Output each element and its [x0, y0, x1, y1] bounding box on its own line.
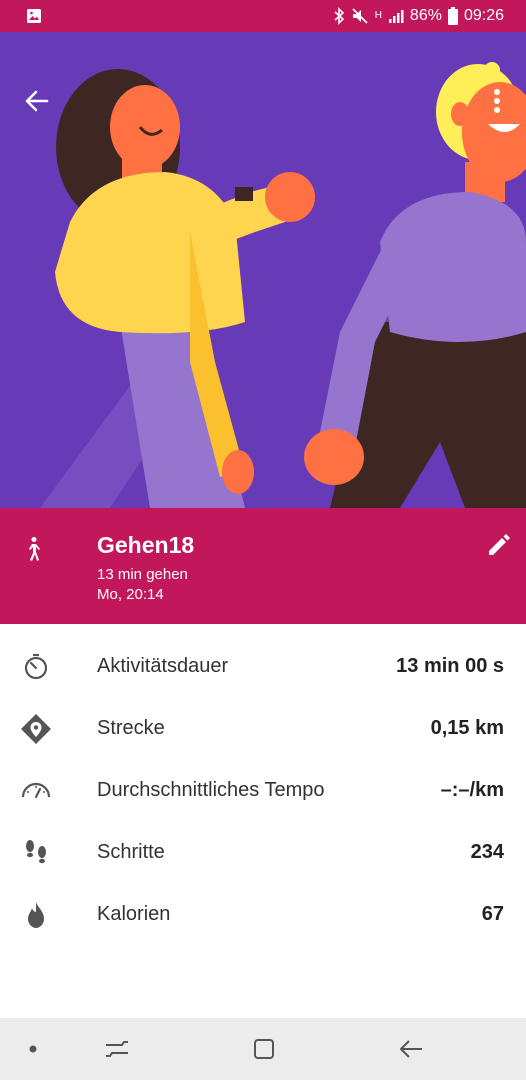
- signal-icon: [388, 10, 404, 23]
- activity-stats: Aktivitätsdauer 13 min 00 s Strecke 0,15…: [0, 635, 526, 945]
- dot-icon: [29, 1045, 37, 1053]
- stat-row-distance: Strecke 0,15 km: [0, 697, 526, 759]
- recent-apps-button[interactable]: [104, 1037, 130, 1061]
- stat-label: Schritte: [97, 841, 165, 863]
- mute-icon: [352, 8, 368, 24]
- back-button[interactable]: [20, 84, 54, 118]
- nav-back-button[interactable]: [398, 1037, 424, 1061]
- walking-people-illustration: [40, 62, 526, 508]
- activity-subtitle: 13 min gehen: [97, 566, 188, 583]
- stat-label: Durchschnittliches Tempo: [97, 779, 325, 801]
- stat-value: –:–/km: [440, 779, 504, 801]
- battery-percent: 86%: [409, 7, 442, 24]
- stat-row-pace: Durchschnittliches Tempo –:–/km: [0, 759, 526, 821]
- stat-value: 0,15 km: [430, 717, 504, 739]
- activity-datetime: Mo, 20:14: [97, 586, 164, 603]
- stat-row-calories: Kalorien 67: [0, 883, 526, 945]
- stat-row-steps: Schritte 234: [0, 821, 526, 883]
- home-button[interactable]: [252, 1037, 276, 1061]
- more-options-button[interactable]: [484, 84, 510, 118]
- activity-header: Gehen18 13 min gehen Mo, 20:14: [0, 508, 526, 624]
- clock: 09:26: [463, 7, 504, 24]
- bluetooth-icon: [334, 7, 344, 25]
- battery-icon: [447, 7, 458, 25]
- stat-row-duration: Aktivitätsdauer 13 min 00 s: [0, 635, 526, 697]
- stat-value: 234: [470, 841, 504, 863]
- flame-icon: [28, 902, 44, 928]
- stat-label: Aktivitätsdauer: [97, 655, 229, 677]
- status-bar: H 86% 09:26: [0, 0, 526, 32]
- footsteps-icon: [26, 840, 46, 864]
- gallery-icon: [27, 9, 41, 23]
- status-icons: H 86% 09:26: [333, 0, 504, 32]
- timer-icon: [24, 653, 48, 680]
- stat-value: 67: [481, 903, 504, 925]
- hero-illustration: [0, 32, 526, 508]
- activity-title: Gehen18: [97, 532, 195, 558]
- speedometer-icon: [21, 782, 51, 799]
- stat-value: 13 min 00 s: [396, 655, 504, 677]
- stat-label: Kalorien: [97, 903, 171, 925]
- edit-button[interactable]: [484, 530, 514, 560]
- network-type: H: [374, 10, 382, 21]
- walking-icon: [29, 537, 40, 561]
- stat-label: Strecke: [97, 717, 165, 739]
- system-nav-bar: [0, 1018, 526, 1080]
- location-diamond-icon: [21, 714, 51, 744]
